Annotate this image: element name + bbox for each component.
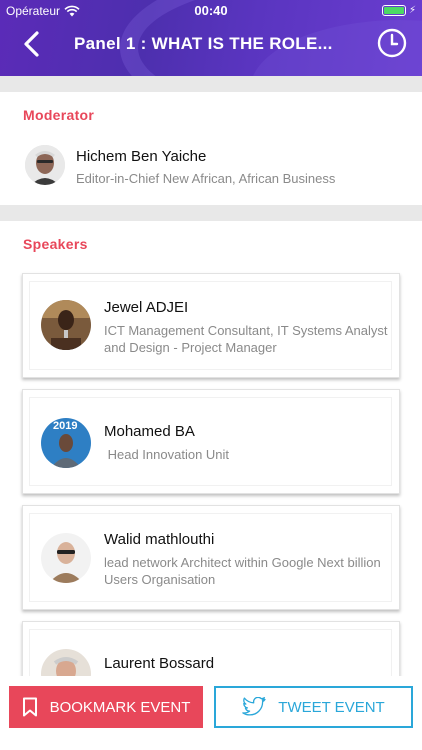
speaker-card[interactable]: Walid mathlouthi lead network Architect … [22,505,400,610]
speaker-role: Head Innovation Unit [104,447,230,462]
bookmark-icon [22,697,37,717]
charging-icon: ⚡ [408,5,416,16]
speaker-card[interactable]: 2019 Mohamed BA Head Innovation Unit [22,389,400,494]
moderator-section-title: Moderator [23,107,95,123]
nav-bar: Panel 1 : WHAT IS THE ROLE... [0,22,422,68]
status-bar: Opérateur 00:40 ⚡ [0,0,422,22]
speaker-card[interactable]: Jewel ADJEI ICT Management Consultant, I… [22,273,400,378]
speaker-name: Mohamed BA [104,423,195,440]
section-divider [0,76,422,92]
avatar [25,145,65,185]
speaker-role: ICT Management Consultant, IT Systems An… [104,323,388,355]
section-divider [0,205,422,221]
speakers-section-title: Speakers [23,236,88,252]
bottom-action-bar: BOOKMARK EVENT TWEET EVENT [0,676,422,750]
clock: 00:40 [194,3,228,18]
moderator-item[interactable]: Hichem Ben Yaiche Editor-in-Chief New Af… [25,145,415,187]
tweet-label: TWEET EVENT [278,698,385,716]
speaker-role: lead network Architect within Google Nex… [104,555,381,587]
avatar [41,300,91,350]
moderator-name: Hichem Ben Yaiche [76,148,207,165]
speaker-name: Walid mathlouthi [104,531,215,548]
avatar-badge: 2019 [53,420,78,432]
bookmark-label: BOOKMARK EVENT [49,698,191,716]
clock-icon[interactable] [376,27,408,59]
bookmark-event-button[interactable]: BOOKMARK EVENT [9,686,203,728]
battery-indicator: ⚡ [381,5,416,16]
tweet-event-button[interactable]: TWEET EVENT [214,686,413,728]
header: Opérateur 00:40 ⚡ Panel 1 : WHAT IS THE … [0,0,422,76]
speaker-name: Laurent Bossard [104,655,215,672]
moderator-role: Editor-in-Chief New African, African Bus… [76,171,336,186]
back-button[interactable] [18,30,46,58]
page-title: Panel 1 : WHAT IS THE ROLE... [74,34,333,53]
avatar: 2019 [41,418,91,468]
speaker-name: Jewel ADJEI [104,299,189,316]
battery-icon [381,5,406,16]
twitter-icon [242,697,266,716]
avatar [41,533,91,583]
